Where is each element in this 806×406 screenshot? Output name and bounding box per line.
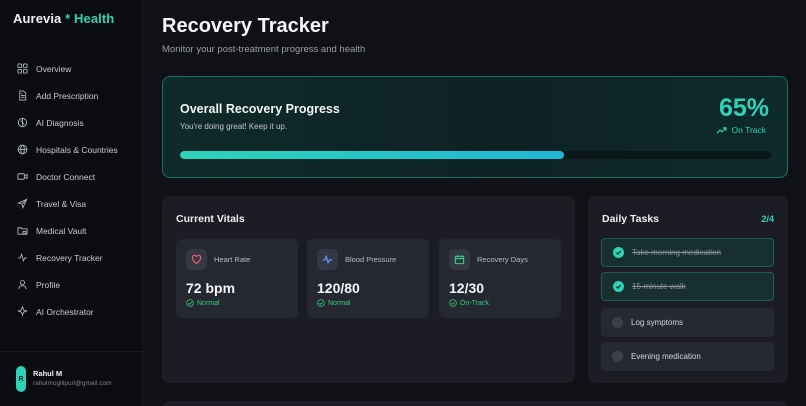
brain-icon <box>17 117 28 128</box>
video-icon <box>17 171 28 182</box>
sidebar-item-medical-vault[interactable]: Medical Vault <box>0 217 143 244</box>
check-circle-icon <box>449 299 457 307</box>
progress-status-label: On Track <box>731 125 766 135</box>
vital-value: 120/80 <box>317 280 360 296</box>
sidebar-item-label: Doctor Connect <box>36 171 96 182</box>
sidebar-item-label: AI Orchestrator <box>36 306 94 317</box>
progress-subtitle: You're doing great! Keep it up. <box>180 122 288 131</box>
calendar-icon <box>449 249 470 270</box>
folder-lock-icon <box>17 225 28 236</box>
daily-tasks-card: Daily Tasks 2/4 Take morning medication … <box>588 196 788 383</box>
check-circle-icon[interactable] <box>613 281 624 292</box>
task-item[interactable]: Evening medication <box>601 342 774 371</box>
progress-percent: 65% <box>718 94 769 122</box>
sidebar-item-ai-diagnosis[interactable]: AI Diagnosis <box>0 109 143 136</box>
sidebar-item-overview[interactable]: Overview <box>0 55 143 82</box>
pulse-icon <box>317 249 338 270</box>
vital-status: On-Track <box>449 299 489 307</box>
sidebar-item-label: Recovery Tracker <box>36 252 103 263</box>
task-label: Take morning medication <box>632 248 721 257</box>
sidebar-item-ai-orchestrator[interactable]: AI Orchestrator <box>0 298 143 325</box>
vitals-heading: Current Vitals <box>176 213 245 225</box>
vital-label: Blood Pressure <box>345 255 397 264</box>
progress-bar <box>180 151 771 159</box>
activity-icon <box>17 252 28 263</box>
tasks-count: 2/4 <box>761 214 774 224</box>
vital-status-label: On-Track <box>460 299 489 307</box>
vital-label: Heart Rate <box>214 255 251 264</box>
sparkles-icon <box>17 306 28 317</box>
vital-status: Normal <box>317 299 351 307</box>
user-name: Rahul M <box>33 369 63 378</box>
task-label: 15-minute walk <box>632 282 686 291</box>
progress-bar-fill <box>180 151 565 159</box>
sidebar-item-recovery-tracker[interactable]: Recovery Tracker <box>0 244 143 271</box>
current-vitals-card: Current Vitals Heart Rate 72 bpm Normal … <box>162 196 575 383</box>
tasks-heading: Daily Tasks <box>602 213 660 225</box>
page-title: Recovery Tracker <box>162 15 329 37</box>
plane-icon <box>17 198 28 209</box>
vital-status-label: Normal <box>197 299 220 307</box>
brand-name-part2: Health <box>74 11 115 26</box>
vital-status-label: Normal <box>328 299 351 307</box>
main-content: Recovery Tracker Monitor your post-treat… <box>143 0 806 406</box>
sidebar-item-label: Overview <box>36 63 72 74</box>
globe-icon <box>17 144 28 155</box>
sidebar-item-label: Travel & Visa <box>36 198 87 209</box>
brand-logo[interactable]: Aurevia * Health <box>13 11 114 26</box>
next-section-card <box>162 401 788 406</box>
file-text-icon <box>17 90 28 101</box>
vital-status: Normal <box>186 299 220 307</box>
sidebar-item-travel-visa[interactable]: Travel & Visa <box>0 190 143 217</box>
overall-progress-card: Overall Recovery Progress You're doing g… <box>162 76 788 178</box>
heart-icon <box>186 249 207 270</box>
empty-circle-icon[interactable] <box>612 351 623 362</box>
task-item[interactable]: Log symptoms <box>601 308 774 337</box>
grid-icon <box>17 63 28 74</box>
task-label: Evening medication <box>631 352 701 361</box>
brand-separator: * <box>65 11 71 26</box>
sidebar-item-doctor-connect[interactable]: Doctor Connect <box>0 163 143 190</box>
user-icon <box>17 279 28 290</box>
page-subtitle: Monitor your post-treatment progress and… <box>162 44 366 55</box>
vital-value: 72 bpm <box>186 280 236 296</box>
sidebar-item-label: Add Prescription <box>36 90 99 101</box>
check-circle-icon <box>317 299 325 307</box>
avatar[interactable]: R <box>16 366 26 392</box>
progress-title: Overall Recovery Progress <box>180 102 340 116</box>
check-circle-icon[interactable] <box>613 247 624 258</box>
sidebar-item-label: Medical Vault <box>36 225 87 236</box>
sidebar-item-label: Profile <box>36 279 61 290</box>
vital-value: 12/30 <box>449 280 485 296</box>
vital-recovery-days: Recovery Days 12/30 On-Track <box>439 239 561 318</box>
sidebar-item-label: Hospitals & Countries <box>36 144 118 155</box>
vital-heart-rate: Heart Rate 72 bpm Normal <box>176 239 298 318</box>
vital-label: Recovery Days <box>477 255 528 264</box>
user-email: rahulmogilipuri@gmail.com <box>33 380 112 387</box>
trending-up-icon <box>716 126 727 134</box>
sidebar-item-label: AI Diagnosis <box>36 117 84 128</box>
sidebar-item-profile[interactable]: Profile <box>0 271 143 298</box>
sidebar-item-hospitals[interactable]: Hospitals & Countries <box>0 136 143 163</box>
progress-status: On Track <box>716 125 766 135</box>
empty-circle-icon[interactable] <box>612 317 623 328</box>
brand-name-part1: Aurevia <box>13 11 62 26</box>
sidebar: Aurevia * Health Overview Add Prescripti… <box>0 0 143 406</box>
task-item[interactable]: 15-minute walk <box>601 272 774 301</box>
sidebar-nav: Overview Add Prescription AI Diagnosis H… <box>0 55 143 325</box>
user-panel[interactable]: R Rahul M rahulmogilipuri@gmail.com <box>0 351 143 406</box>
task-label: Log symptoms <box>631 318 684 327</box>
sidebar-item-add-prescription[interactable]: Add Prescription <box>0 82 143 109</box>
task-item[interactable]: Take morning medication <box>601 238 774 267</box>
vital-blood-pressure: Blood Pressure 120/80 Normal <box>307 239 429 318</box>
check-circle-icon <box>186 299 194 307</box>
